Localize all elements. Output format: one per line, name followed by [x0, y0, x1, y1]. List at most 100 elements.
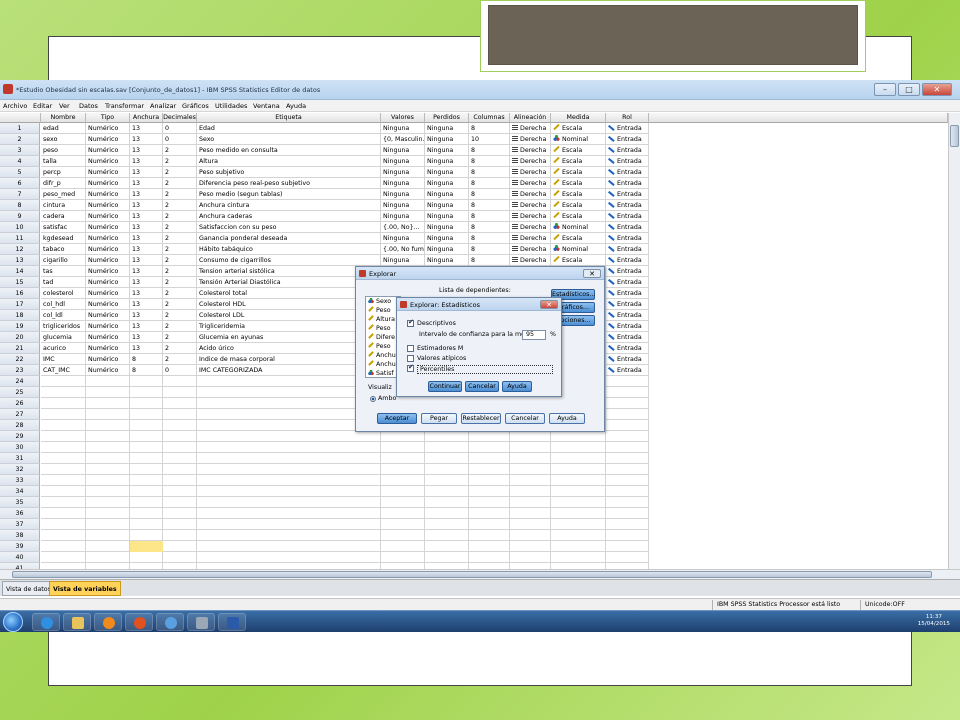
cell-perdidos[interactable] — [425, 541, 469, 552]
column-header[interactable]: Medida — [551, 113, 606, 123]
menu-item[interactable]: Transformar — [105, 102, 144, 110]
cell-tipo[interactable]: Numérico — [86, 343, 130, 354]
cell-rol[interactable]: Entrada — [606, 134, 649, 145]
start-button-icon[interactable] — [3, 612, 23, 632]
cell-medida[interactable] — [551, 497, 606, 508]
cell-rol[interactable] — [606, 442, 649, 453]
cell-rol[interactable]: Entrada — [606, 156, 649, 167]
cell-columnas[interactable]: 8 — [469, 255, 510, 266]
cell-rol[interactable]: Entrada — [606, 332, 649, 343]
list-item[interactable]: Peso — [368, 342, 391, 350]
cell-anchura[interactable] — [130, 420, 163, 431]
cell-tipo[interactable] — [86, 387, 130, 398]
row-number[interactable]: 9 — [0, 211, 40, 222]
cell-rol[interactable] — [606, 431, 649, 442]
cell-nombre[interactable] — [41, 519, 86, 530]
cell-decimales[interactable]: 2 — [163, 189, 197, 200]
cell-rol[interactable] — [606, 486, 649, 497]
cell-etiqueta[interactable] — [197, 387, 381, 398]
explorar-close-icon[interactable]: ✕ — [583, 269, 601, 278]
cell-decimales[interactable] — [163, 475, 197, 486]
cell-valores[interactable] — [381, 530, 425, 541]
cell-rol[interactable] — [606, 420, 649, 431]
cell-nombre[interactable] — [41, 497, 86, 508]
cell-nombre[interactable]: cigarillo — [41, 255, 86, 266]
cell-anchura[interactable]: 13 — [130, 277, 163, 288]
row-number[interactable]: 1 — [0, 123, 40, 134]
cell-anchura[interactable]: 13 — [130, 156, 163, 167]
cell-perdidos[interactable]: Ninguna — [425, 145, 469, 156]
cell-medida[interactable] — [551, 486, 606, 497]
cell-tipo[interactable] — [86, 376, 130, 387]
clock[interactable]: 11:37 15/04/2015 — [918, 614, 950, 628]
cell-tipo[interactable] — [86, 508, 130, 519]
tab-data-view[interactable]: Vista de datos — [2, 581, 55, 596]
cell-nombre[interactable] — [41, 420, 86, 431]
cell-etiqueta[interactable] — [197, 541, 381, 552]
cell-perdidos[interactable] — [425, 431, 469, 442]
cell-columnas[interactable]: 8 — [469, 189, 510, 200]
cell-decimales[interactable] — [163, 519, 197, 530]
cell-etiqueta[interactable] — [197, 508, 381, 519]
cell-tipo[interactable]: Numérico — [86, 211, 130, 222]
cell-alineacion[interactable]: Derecha — [510, 233, 551, 244]
cell-medida[interactable] — [551, 530, 606, 541]
cell-rol[interactable]: Entrada — [606, 167, 649, 178]
cell-decimales[interactable]: 2 — [163, 354, 197, 365]
cell-columnas[interactable] — [469, 442, 510, 453]
close-button[interactable]: ✕ — [922, 83, 952, 96]
cell-columnas[interactable]: 8 — [469, 200, 510, 211]
menu-item[interactable]: Editar — [33, 102, 52, 110]
row-number[interactable]: 22 — [0, 354, 40, 365]
list-item[interactable]: Satisf — [368, 370, 394, 377]
cell-anchura[interactable]: 8 — [130, 365, 163, 376]
cell-columnas[interactable] — [469, 519, 510, 530]
cell-decimales[interactable]: 2 — [163, 299, 197, 310]
horizontal-scroll-thumb[interactable] — [12, 571, 932, 578]
column-header[interactable]: Decimales — [163, 113, 197, 123]
cell-tipo[interactable] — [86, 486, 130, 497]
interval-input[interactable]: 95 — [522, 330, 546, 340]
aceptar-button[interactable]: Aceptar — [377, 413, 417, 424]
valores-atipicos-checkbox[interactable] — [407, 355, 414, 362]
cell-nombre[interactable]: difr_p — [41, 178, 86, 189]
cell-alineacion[interactable]: Derecha — [510, 189, 551, 200]
cell-anchura[interactable]: 13 — [130, 134, 163, 145]
cell-nombre[interactable]: glucemia — [41, 332, 86, 343]
cell-decimales[interactable]: 0 — [163, 123, 197, 134]
descriptivos-checkbox[interactable] — [407, 320, 414, 327]
row-number[interactable]: 21 — [0, 343, 40, 354]
cell-anchura[interactable]: 13 — [130, 178, 163, 189]
cell-alineacion[interactable] — [510, 453, 551, 464]
cell-decimales[interactable] — [163, 508, 197, 519]
cell-valores[interactable] — [381, 508, 425, 519]
cell-medida[interactable]: Escala — [551, 189, 606, 200]
pegar-button[interactable]: Pegar — [421, 413, 457, 424]
cell-anchura[interactable] — [130, 486, 163, 497]
cell-valores[interactable] — [381, 464, 425, 475]
column-header[interactable]: Etiqueta — [197, 113, 381, 123]
column-header[interactable]: Anchura — [130, 113, 163, 123]
cell-anchura[interactable]: 13 — [130, 123, 163, 134]
row-number[interactable]: 35 — [0, 497, 40, 508]
cell-tipo[interactable]: Numérico — [86, 167, 130, 178]
cell-perdidos[interactable] — [425, 486, 469, 497]
cell-medida[interactable]: Escala — [551, 233, 606, 244]
cell-etiqueta[interactable]: Anchura cintura — [197, 200, 381, 211]
menu-item[interactable]: Archivo — [3, 102, 27, 110]
cell-perdidos[interactable]: Ninguna — [425, 123, 469, 134]
cell-nombre[interactable]: CAT_IMC — [41, 365, 86, 376]
cell-decimales[interactable] — [163, 453, 197, 464]
cell-anchura[interactable]: 13 — [130, 222, 163, 233]
cell-tipo[interactable]: Numérico — [86, 145, 130, 156]
cell-nombre[interactable] — [41, 486, 86, 497]
row-number[interactable]: 4 — [0, 156, 40, 167]
cell-alineacion[interactable]: Derecha — [510, 200, 551, 211]
cell-rol[interactable]: Entrada — [606, 145, 649, 156]
cell-anchura[interactable] — [130, 453, 163, 464]
row-number[interactable]: 36 — [0, 508, 40, 519]
cell-etiqueta[interactable]: Edad — [197, 123, 381, 134]
cell-anchura[interactable]: 13 — [130, 321, 163, 332]
cell-nombre[interactable]: cadera — [41, 211, 86, 222]
column-header[interactable]: Alineación — [510, 113, 551, 123]
